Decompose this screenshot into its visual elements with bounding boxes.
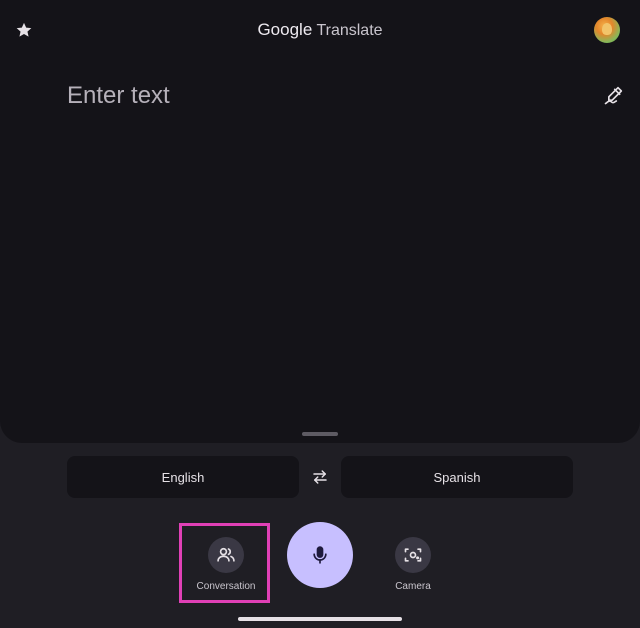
swap-languages-button[interactable] [308, 465, 332, 489]
drag-handle[interactable] [302, 432, 338, 436]
camera-button[interactable]: Camera [376, 537, 450, 593]
text-input[interactable]: Enter text [67, 82, 170, 110]
mic-button[interactable] [287, 522, 353, 588]
handwriting-button[interactable] [601, 84, 625, 108]
handwriting-icon [604, 86, 623, 105]
conversation-button[interactable]: Conversation [183, 537, 269, 593]
mic-icon [313, 546, 327, 564]
input-panel[interactable]: Google Translate Enter text [0, 0, 640, 443]
camera-icon-circle [395, 537, 431, 573]
camera-label: Camera [395, 581, 431, 592]
translate-screen: Google Translate Enter text English Span… [0, 0, 640, 628]
camera-icon [404, 548, 422, 562]
account-avatar[interactable] [594, 17, 620, 43]
conversation-icon-circle [208, 537, 244, 573]
swap-icon [313, 470, 327, 484]
target-language-button[interactable]: Spanish [341, 456, 573, 498]
app-title: Google Translate [0, 19, 640, 42]
source-language-button[interactable]: English [67, 456, 299, 498]
home-indicator[interactable] [238, 617, 402, 621]
app-product: Translate [316, 22, 383, 39]
people-icon [217, 547, 235, 562]
app-brand: Google [257, 20, 313, 39]
conversation-label: Conversation [196, 581, 256, 592]
